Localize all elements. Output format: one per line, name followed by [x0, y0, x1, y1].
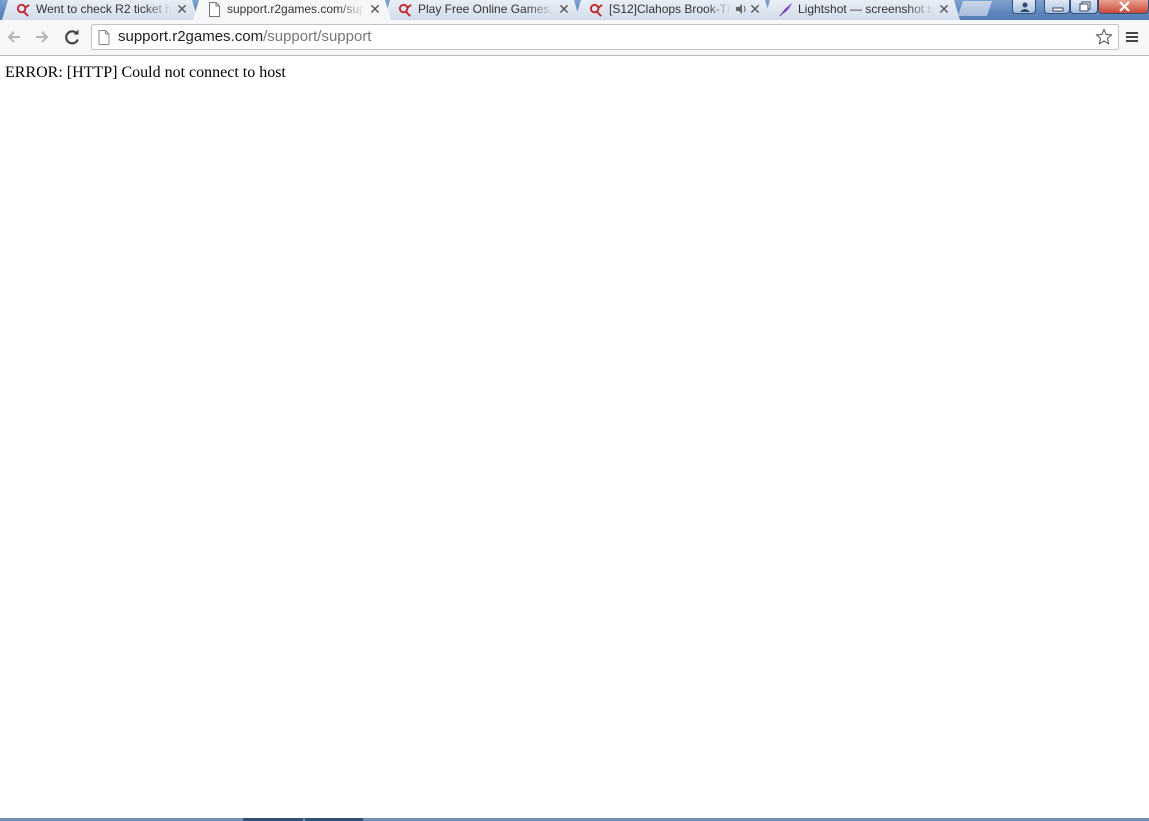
maximize-button[interactable]: [1070, 0, 1098, 14]
tab-title: Lightshot — screenshot to: [798, 2, 934, 16]
user-icon: [1020, 2, 1030, 12]
back-button[interactable]: [3, 26, 25, 48]
hamburger-menu-icon[interactable]: [1124, 29, 1140, 45]
close-icon[interactable]: ✕: [938, 1, 950, 17]
close-icon: [1119, 1, 1130, 12]
minimize-button[interactable]: [1044, 0, 1070, 14]
url-path: /support/support: [263, 28, 372, 45]
tab-title: Went to check R2 ticket h: [36, 2, 172, 16]
r2games-icon: [589, 2, 604, 17]
page-icon: [98, 30, 110, 45]
r2games-icon: [398, 2, 413, 17]
browser-toolbar: support.r2games.com/support/support: [0, 20, 1149, 56]
restore-icon: [1079, 1, 1091, 12]
page-icon: [207, 2, 222, 17]
reload-button[interactable]: [61, 26, 83, 48]
tab-title: [S12]Clahops Brook-Th: [609, 2, 731, 16]
page-content: ERROR: [HTTP] Could not connect to host: [0, 56, 1149, 818]
reload-icon: [65, 29, 79, 45]
minimize-icon: [1052, 7, 1064, 12]
forward-button[interactable]: [31, 26, 53, 48]
tab-clahops[interactable]: [S12]Clahops Brook-Th ✕: [575, 0, 771, 20]
tab-title: Play Free Online Games, I: [418, 2, 554, 16]
tab-title: support.r2games.com/sup: [227, 2, 365, 16]
tab-lightshot[interactable]: Lightshot — screenshot to ✕: [764, 0, 960, 20]
new-tab-button[interactable]: [958, 1, 992, 16]
url-text[interactable]: support.r2games.com/support/support: [118, 28, 371, 46]
r2games-icon: [16, 2, 31, 17]
speaker-icon[interactable]: [735, 2, 747, 16]
user-profile-button[interactable]: [1012, 0, 1036, 14]
url-host: support.r2games.com: [118, 28, 264, 45]
tab-went-to-check[interactable]: Went to check R2 ticket h ✕: [2, 0, 198, 20]
error-message: ERROR: [HTTP] Could not connect to host: [5, 64, 286, 81]
feather-icon: [778, 2, 793, 17]
title-bar: Went to check R2 ticket h ✕ Play Free On…: [0, 0, 1149, 20]
address-bar[interactable]: support.r2games.com/support/support: [91, 24, 1119, 50]
forward-arrow-icon: [36, 31, 49, 43]
star-icon[interactable]: [1095, 28, 1113, 46]
back-arrow-icon: [7, 31, 20, 43]
close-icon[interactable]: ✕: [749, 1, 761, 17]
close-icon[interactable]: ✕: [176, 1, 188, 17]
close-icon[interactable]: ✕: [558, 1, 570, 17]
tab-support-active[interactable]: support.r2games.com/sup ✕: [193, 0, 391, 20]
window-close-button[interactable]: [1098, 0, 1149, 14]
close-icon[interactable]: ✕: [369, 1, 381, 17]
tab-support[interactable]: Play Free Online Games, I ✕: [384, 0, 580, 20]
